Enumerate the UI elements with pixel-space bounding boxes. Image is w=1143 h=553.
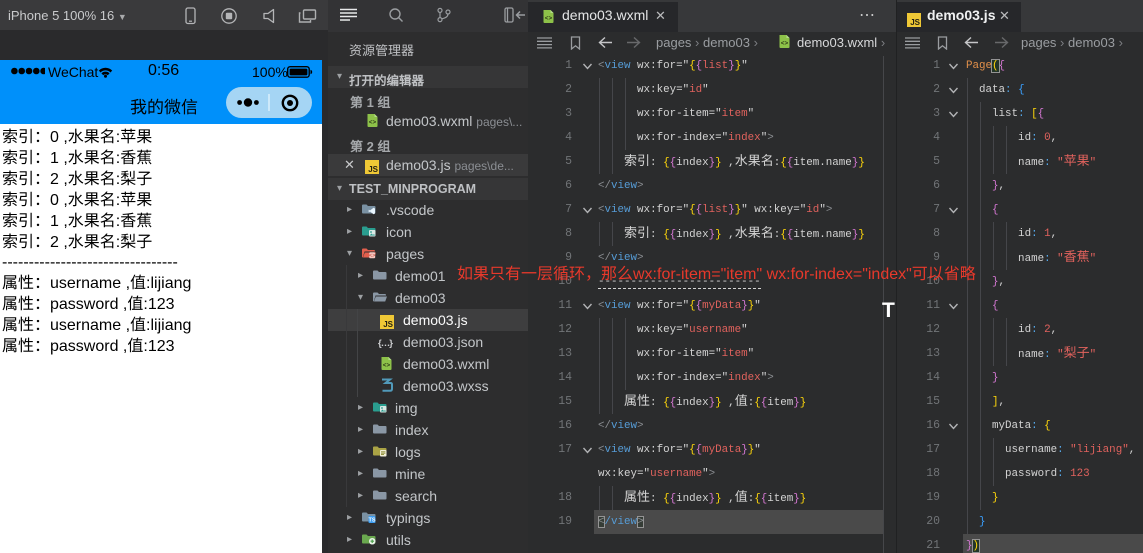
svg-text:<>: <> <box>369 252 376 259</box>
svg-text:<>: <> <box>383 362 391 369</box>
svg-text:TS: TS <box>368 518 375 524</box>
svg-text:<>: <> <box>369 119 377 126</box>
